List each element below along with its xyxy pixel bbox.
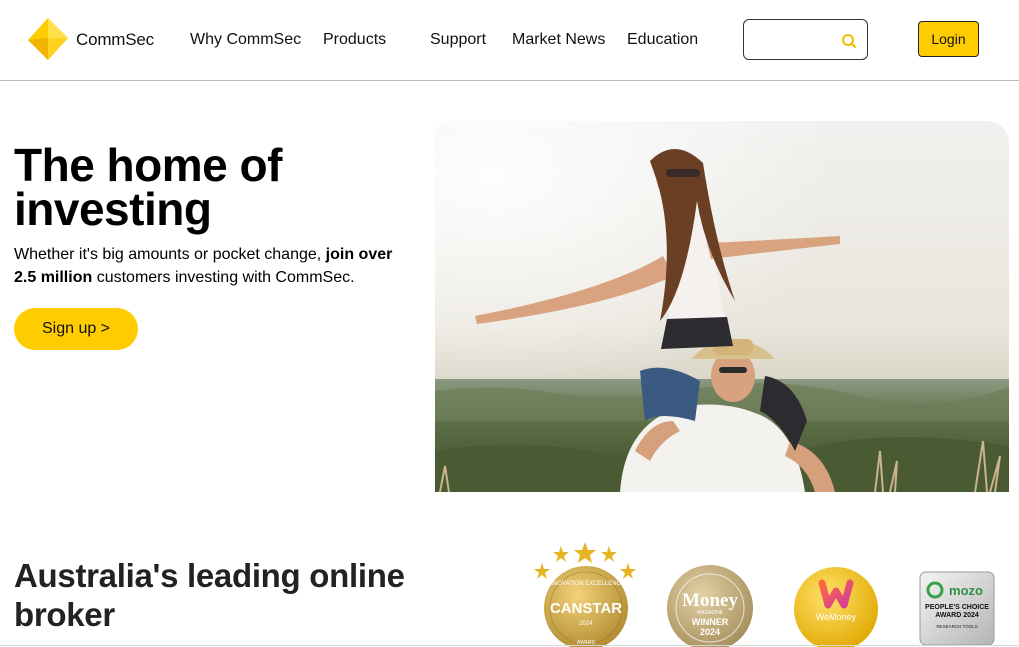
money-title: Money bbox=[682, 590, 738, 611]
wemoney-award-icon: WeMoney bbox=[794, 567, 878, 647]
wemoney-title: WeMoney bbox=[816, 612, 857, 622]
commsec-diamond-logo-icon bbox=[28, 18, 68, 60]
commsec-logo[interactable]: CommSec bbox=[28, 18, 154, 62]
login-button[interactable]: Login bbox=[918, 21, 979, 57]
canstar-year: 2024 bbox=[579, 621, 593, 627]
mozo-award-icon: mozo PEOPLE'S CHOICE AWARD 2024 RESEARCH… bbox=[919, 571, 995, 646]
hero-desc-part2: customers investing with CommSec. bbox=[92, 269, 355, 286]
logo-text: CommSec bbox=[76, 30, 154, 49]
hero-desc-part1: Whether it's big amounts or pocket chang… bbox=[14, 246, 326, 263]
mozo-line1: PEOPLE'S CHOICE bbox=[925, 604, 989, 611]
search-box[interactable] bbox=[743, 19, 868, 60]
canstar-title: CANSTAR bbox=[550, 600, 622, 617]
nav-support[interactable]: Support bbox=[430, 31, 486, 49]
canstar-arc-text: INNOVATION EXCELLENCE bbox=[547, 581, 625, 587]
money-magazine-award-icon: Money MAGAZINE WINNER 2024 bbox=[667, 565, 753, 647]
money-magazine-award-badge: Money MAGAZINE WINNER 2024 bbox=[665, 563, 755, 647]
canstar-award-icon: INNOVATION EXCELLENCE CANSTAR 2024 AWARD bbox=[534, 542, 636, 647]
signup-button[interactable]: Sign up > bbox=[14, 308, 138, 350]
search-input[interactable] bbox=[752, 28, 832, 52]
money-winner: WINNER bbox=[692, 617, 729, 627]
search-icon[interactable] bbox=[840, 32, 858, 50]
money-year: 2024 bbox=[700, 627, 720, 637]
mozo-line2: AWARD 2024 bbox=[935, 612, 979, 619]
mozo-line3: RESEARCH TOOLS bbox=[936, 624, 977, 629]
nav-market-news[interactable]: Market News bbox=[512, 31, 605, 49]
hero-title: The home of investing bbox=[14, 139, 282, 235]
wemoney-award-badge: WeMoney bbox=[792, 565, 880, 647]
site-header: CommSec Why CommSec Products Support Mar… bbox=[0, 0, 1019, 81]
hero-description: Whether it's big amounts or pocket chang… bbox=[14, 243, 414, 289]
mozo-title: mozo bbox=[949, 583, 983, 598]
nav-products[interactable]: Products bbox=[323, 31, 386, 49]
canstar-award-badge: INNOVATION EXCELLENCE CANSTAR 2024 AWARD bbox=[532, 540, 640, 647]
bottom-divider bbox=[0, 645, 1019, 646]
money-sub: MAGAZINE bbox=[697, 610, 724, 616]
nav-education[interactable]: Education bbox=[627, 31, 698, 49]
mozo-award-badge: mozo PEOPLE'S CHOICE AWARD 2024 RESEARCH… bbox=[918, 570, 996, 647]
hero-image-couple bbox=[435, 121, 1009, 492]
hero-photo-illustration bbox=[435, 121, 1009, 492]
nav-why-commsec[interactable]: Why CommSec bbox=[190, 31, 301, 49]
broker-title: Australia's leading online broker bbox=[14, 557, 405, 633]
